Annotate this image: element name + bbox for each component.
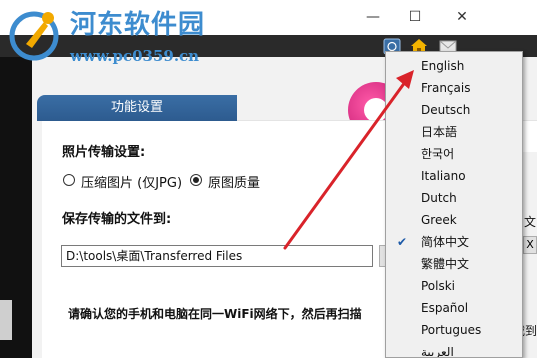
save-location-label: 保存传输的文件到: xyxy=(62,212,172,227)
original-radio-label[interactable]: 原图质量 xyxy=(208,172,260,191)
menu-item-japanese[interactable]: 日本語 xyxy=(387,121,521,143)
watermark-site-name: 河东软件园 xyxy=(70,10,206,40)
menu-item-dutch[interactable]: Dutch xyxy=(387,187,521,209)
menu-item-deutsch[interactable]: Deutsch xyxy=(387,99,521,121)
save-path-input[interactable]: D:\tools\桌面\Transferred Files xyxy=(61,245,373,267)
maximize-button[interactable]: ☐ xyxy=(402,6,428,28)
wifi-hint: 请确认您的手机和电脑在同一WiFi网络下，然后再扫描 xyxy=(68,307,362,321)
close-button[interactable]: ✕ xyxy=(449,6,475,28)
menu-item-italiano[interactable]: Italiano xyxy=(387,165,521,187)
compress-radio[interactable] xyxy=(63,174,75,186)
photo-transfer-label: 照片传输设置: xyxy=(62,145,146,160)
menu-item-greek[interactable]: Greek xyxy=(387,209,521,231)
menu-item-simplified-chinese[interactable]: 简体中文 xyxy=(387,231,521,253)
minimize-button[interactable]: — xyxy=(360,6,386,28)
menu-item-arabic[interactable]: العربية xyxy=(387,341,521,357)
language-menu: English Français Deutsch 日本語 한국어 Italian… xyxy=(385,51,523,358)
menu-item-espanol[interactable]: Español xyxy=(387,297,521,319)
sidebar-handle xyxy=(0,300,12,340)
tab-settings[interactable]: 功能设置 xyxy=(37,95,237,121)
menu-item-korean[interactable]: 한국어 xyxy=(387,143,521,165)
watermark-logo xyxy=(9,11,59,61)
right-edge-close-button[interactable]: X xyxy=(523,236,537,254)
menu-item-english[interactable]: English xyxy=(387,55,521,77)
menu-item-portugues[interactable]: Portugues xyxy=(387,319,521,341)
watermark-url: www.pc0359.cn xyxy=(70,47,200,65)
menu-item-polski[interactable]: Polski xyxy=(387,275,521,297)
menu-item-traditional-chinese[interactable]: 繁體中文 xyxy=(387,253,521,275)
compress-radio-label[interactable]: 压缩图片 (仅JPG) xyxy=(81,172,182,191)
right-edge-text-1: 文 xyxy=(524,215,537,229)
original-radio[interactable] xyxy=(190,174,202,186)
menu-item-francais[interactable]: Français xyxy=(387,77,521,99)
